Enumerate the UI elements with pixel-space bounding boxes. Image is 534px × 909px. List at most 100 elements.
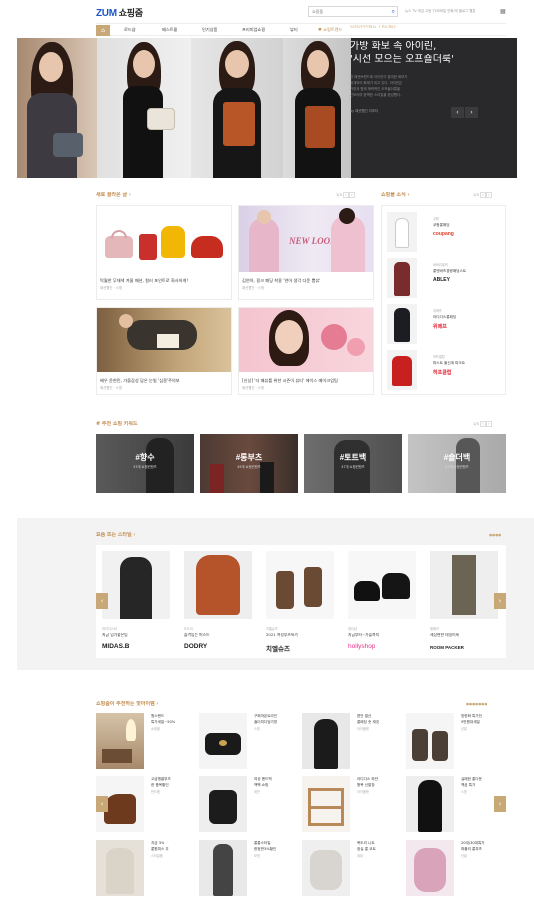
post-card[interactable]: 탁월한 무채색 겨울 패션, 컬러 포인트로 화사하게! 패션웹진 · 스윙 [96, 205, 232, 300]
keyword-card[interactable]: #숄더백 52개 쇼핑컨텐츠 [408, 434, 506, 493]
new-posts-page-number: 1/3 [336, 193, 342, 197]
hero-arrows: ‹ › [451, 107, 479, 118]
hot-item-title[interactable]: 아디다스 하얀 [357, 777, 378, 781]
hero-title-line-1[interactable]: 가방 화보 속 아이린, [350, 41, 436, 54]
hot-item-title[interactable]: 20대/30대특가 [461, 841, 485, 845]
hot-item-thumbnail[interactable] [406, 776, 454, 832]
recommended-next-button[interactable]: › [494, 796, 506, 812]
hot-item-subtitle[interactable]: 백팩 쇼핑 [254, 783, 268, 787]
hot-item-thumbnail[interactable] [96, 713, 144, 769]
recommended-prev-button[interactable]: ‹ [96, 796, 108, 812]
hot-item-subtitle[interactable]: 잠실 롱 코트 [357, 847, 376, 851]
style-desc[interactable]: 세상편한 데일리룩 [430, 633, 459, 638]
nav-beauty[interactable]: 뷰티 [290, 27, 298, 32]
style-shop: 마이다스비 [102, 627, 117, 631]
hot-item-title[interactable]: 고급앵클부츠 [151, 777, 171, 781]
hot-item-subtitle[interactable]: 특가세일~50% [151, 720, 175, 724]
recommended-pagination-dots[interactable]: ●●●●●●● [466, 702, 487, 706]
post-title[interactable]: 배우 윤현민, 가을감성 담은 눈빛 '심쿵'주의보 [100, 378, 228, 383]
hot-item-subtitle[interactable]: 원목 신발장 [357, 783, 375, 787]
style-thumbnail[interactable] [430, 551, 498, 619]
hot-item-thumbnail[interactable] [96, 840, 144, 896]
top-service-links[interactable]: 뉴스 TV 게임 고등 TV모바일 만화/게 블로그 웹툰 [405, 9, 476, 13]
keyword-label: #롱부츠 [235, 453, 263, 462]
hot-item-thumbnail[interactable] [406, 840, 454, 896]
hot-item-title[interactable]: 방한화 특가전 [461, 714, 482, 718]
style-desc[interactable]: 지금부터~가을까지 [348, 633, 379, 638]
hero-next-button[interactable]: › [465, 107, 478, 118]
new-posts-next-button[interactable]: › [348, 192, 355, 198]
mall-news-next-button[interactable]: › [485, 192, 492, 198]
mall-news-item[interactable]: 쿠팡 쿠팡롱패딩 coupang [387, 210, 505, 254]
hot-item-subtitle[interactable]: 숄더미디엄가방 [254, 720, 277, 724]
styles-prev-button[interactable]: ‹ [96, 593, 108, 609]
hot-item-subtitle[interactable]: 5만원대세일 [461, 720, 480, 724]
product-thumbnail [387, 212, 417, 252]
hot-item-subtitle[interactable]: 퍼플리 롱부츠 [461, 847, 482, 851]
recommended-title[interactable]: 쇼핑줌이 추천하는 핫아이템 › [96, 701, 158, 707]
hot-item-title[interactable]: 편안 발산 [357, 714, 371, 718]
nav-premium[interactable]: 프리미엄쇼핑 [242, 27, 265, 32]
post-card[interactable]: NEW LOOK 김연아, 핑크 패딩 착용 '연아 생각 다운 뽐뷰' 패션웹… [238, 205, 374, 300]
hot-item-thumbnail[interactable] [406, 713, 454, 769]
style-thumbnail[interactable] [348, 551, 416, 619]
nav-trend[interactable]: ♥ 쇼핑트렌드 [318, 27, 342, 32]
nav-bestmall[interactable]: 베스트몰 [162, 27, 177, 32]
style-thumbnail[interactable] [266, 551, 334, 619]
hot-item-subtitle[interactable]: 롱원피스 우 [151, 847, 169, 851]
styles-next-button[interactable]: › [494, 593, 506, 609]
nav-popular[interactable]: 인기상품 [202, 27, 217, 32]
hot-item-title[interactable]: 롱롱스타일 [254, 841, 271, 845]
post-card[interactable]: [신상] '더 패뷰를 위한 시즌이 뷰티' 에이스 메이크업팀 패션웹진 · … [238, 307, 374, 395]
nav-roadshop[interactable]: 로드샵 [124, 27, 136, 32]
hot-item-title[interactable]: 지금 3% [151, 841, 164, 845]
hot-item-title[interactable]: 실패한 롱다운 [461, 777, 482, 781]
keyword-card[interactable]: #토트백 47개 쇼핑컨텐츠 [304, 434, 402, 493]
mall-news-title[interactable]: 쇼핑몰 소식 › [381, 192, 410, 198]
style-thumbnail[interactable] [102, 551, 170, 619]
hot-item-subtitle[interactable]: 한정판3%할인 [254, 847, 276, 851]
hot-item-title[interactable]: 구찌마몬트라인 [254, 714, 277, 718]
hot-item-shop: 쇼핑몰 [151, 727, 160, 731]
home-icon[interactable]: ⌂ [96, 25, 110, 36]
style-desc[interactable]: 2021 여성부츠특가 [266, 633, 298, 638]
hero-title-line-2[interactable]: '시선 모으는 오프숄더룩' [350, 54, 454, 67]
hero-prev-button[interactable]: ‹ [451, 107, 464, 118]
hero-pagination-dots[interactable]: ● ● ● ● [431, 27, 452, 32]
keyword-card[interactable]: #향수 53개 쇼핑컨텐츠 [96, 434, 194, 493]
hot-item-thumbnail[interactable] [199, 713, 247, 769]
hero-desc-line: 공개되어 화제가 되고 있다. 아이린은 [350, 81, 403, 85]
post-title[interactable]: [신상] '더 패뷰를 위한 시즌이 뷰티' 에이스 메이크업팀 [242, 378, 370, 383]
style-thumbnail[interactable] [184, 551, 252, 619]
hot-item-subtitle[interactable]: 롱패딩 숏 재킷 [357, 720, 379, 724]
mall-news-item[interactable]: 버버리셀러 롱엔버즈경량패딩스트 ABLEY [387, 256, 505, 300]
hot-item-thumbnail[interactable] [199, 776, 247, 832]
hot-item-thumbnail[interactable] [302, 840, 350, 896]
hot-item-thumbnail[interactable] [199, 840, 247, 896]
post-card[interactable]: 배우 윤현민, 가을감성 담은 눈빛 '심쿵'주의보 패션웹진 · 스윙 [96, 307, 232, 395]
hot-item-title[interactable]: 원스탠드 [151, 714, 164, 718]
hot-item-title[interactable]: 여성 핸드백 [254, 777, 272, 781]
grid-icon[interactable]: ▦ [500, 8, 506, 15]
keyword-card[interactable]: #롱부츠 49개 쇼핑컨텐츠 [200, 434, 298, 493]
style-desc[interactable]: 지금 입기좋은팀 [102, 633, 128, 638]
search-icon[interactable]: ⌕ [392, 8, 395, 16]
styles-pagination-dots[interactable]: ●●●● [489, 533, 501, 537]
mall-news-item[interactable]: 하프클럽 파스트 울신계 파크트 하프클럽 [387, 348, 505, 392]
search-input[interactable] [309, 7, 385, 16]
style-shop: 지엘슈즈 [266, 627, 278, 631]
hot-item-thumbnail[interactable] [302, 776, 350, 832]
hero-photo-1 [17, 38, 97, 178]
style-desc[interactable]: 즐겨입는 머스트 [184, 633, 210, 638]
hot-item-thumbnail[interactable] [302, 713, 350, 769]
hot-item-subtitle[interactable]: 백곰 특가 [461, 783, 475, 787]
hot-item-subtitle[interactable]: 한 품목할인 [151, 783, 169, 787]
site-logo[interactable]: ZUM 쇼핑줌 [96, 6, 143, 19]
mall-news-item[interactable]: 위메프 아디다스롱패딩 위메프 [387, 302, 505, 346]
keywords-next-button[interactable]: › [485, 421, 492, 427]
post-title[interactable]: 탁월한 무채색 겨울 패션, 컬러 포인트로 화사하게! [100, 278, 228, 283]
post-title[interactable]: 김연아, 핑크 패딩 착용 '연아 생각 다운 뽐뷰' [242, 278, 370, 283]
new-posts-title[interactable]: 새로 올라온 글 › [96, 192, 131, 198]
hot-item-title[interactable]: 목도리 니트 [357, 841, 375, 845]
styles-title[interactable]: 요즘 뜨는 스타일 › [96, 532, 135, 538]
